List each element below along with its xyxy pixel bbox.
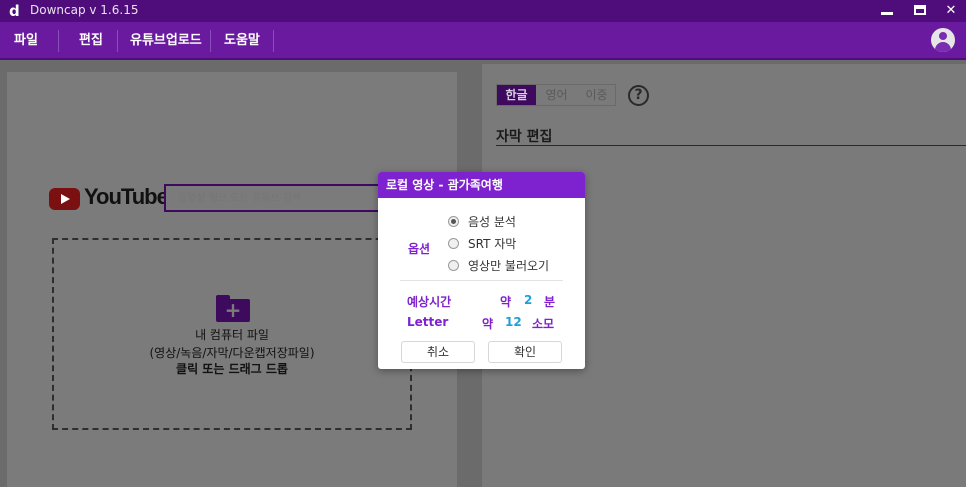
estimate-time-unit: 분 [544,295,556,309]
estimate-letter-value: 12 [505,315,522,329]
dialog-title: 로컬 영상 - 괌가족여행 [378,172,585,198]
language-tabs: 한글 영어 이중 [496,84,616,106]
subtitle-edit-title: 자막 편집 [496,129,553,145]
menu-separator [58,30,59,52]
help-icon[interactable]: ? [628,85,649,106]
estimate-letter-unit: 소모 [532,317,555,331]
cancel-button[interactable]: 취소 [401,341,475,363]
youtube-play-icon [49,188,80,210]
maximize-icon [914,5,926,15]
close-icon: ✕ [945,3,957,18]
menu-help[interactable]: 도움말 [224,22,260,60]
radio-checked-icon[interactable] [448,216,459,227]
maximize-button[interactable] [905,0,935,22]
menu-separator [117,30,118,52]
options-label: 옵션 [408,242,431,256]
menu-bar: 파일 편집 유튜브업로드 도움말 [0,22,966,60]
estimate-time-value: 2 [524,293,533,307]
tab-dual[interactable]: 이중 [577,85,616,105]
user-avatar-icon[interactable] [931,28,955,52]
youtube-logo-text: YouTube [84,184,169,209]
minimize-button[interactable] [872,0,902,22]
dialog-divider [400,280,563,281]
dropzone-instruction: 클릭 또는 드래그 드롭 [176,362,288,376]
title-bar: d Downcap v 1.6.15 ✕ [0,0,966,22]
file-dropzone[interactable]: + 내 컴퓨터 파일 (영상/녹음/자막/다운캡저장파일) 클릭 또는 드래그 … [52,238,412,430]
estimate-letter-prefix: 약 [482,317,494,331]
menu-file[interactable]: 파일 [14,22,38,60]
estimate-letter-label: Letter [407,315,449,329]
add-folder-icon: + [216,295,250,322]
menu-edit[interactable]: 편집 [79,22,103,60]
close-button[interactable]: ✕ [936,0,966,22]
radio-icon[interactable] [448,238,459,249]
confirm-button[interactable]: 확인 [488,341,562,363]
radio-icon[interactable] [448,260,459,271]
menu-separator [210,30,211,52]
dropzone-title: 내 컴퓨터 파일 [195,328,269,342]
youtube-search-input[interactable] [164,184,394,212]
menu-separator [273,30,274,52]
app-logo: d [9,2,20,20]
window-title: Downcap v 1.6.15 [30,3,139,17]
estimate-time-prefix: 약 [500,295,512,309]
tab-english[interactable]: 영어 [537,85,576,105]
section-divider [496,145,966,146]
estimate-time-label: 예상시간 [407,295,452,309]
minimize-icon [881,12,893,15]
import-dialog: 로컬 영상 - 괌가족여행 옵션 음성 분석 SRT 자막 영상만 불러오기 예… [378,172,585,369]
tab-korean[interactable]: 한글 [497,85,536,105]
menu-youtube-upload[interactable]: 유튜브업로드 [130,22,202,60]
dropzone-types: (영상/녹음/자막/다운캡저장파일) [149,346,315,360]
